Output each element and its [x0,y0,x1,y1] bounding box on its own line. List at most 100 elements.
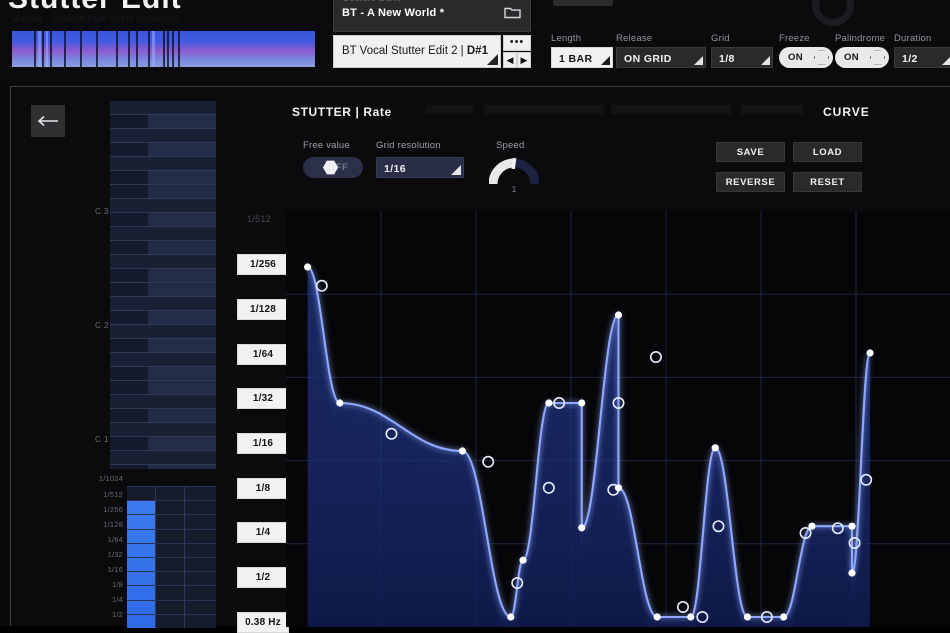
piano-key[interactable] [110,395,216,408]
param-duration[interactable]: Duration 1/2 [894,33,950,68]
app-logo-text: Stutter Edit [8,0,308,12]
speed-knob[interactable] [488,151,540,185]
app-logo-subtitle: iZotope · creative multi-effect instrume… [12,14,180,23]
param-palindrome[interactable]: Palindrome ON [835,33,891,68]
load-button[interactable]: LOAD [793,142,862,162]
piano-key[interactable] [148,465,216,469]
piano-key[interactable] [148,437,216,450]
rate-grid-hline [127,613,216,615]
piano-key[interactable] [110,325,216,338]
piano-keyboard[interactable] [110,101,216,469]
piano-key[interactable] [110,129,216,142]
preset-selector[interactable]: BT Vocal Stutter Edit 2 | D#1 [333,35,501,68]
param-freeze-label: Freeze [779,33,810,44]
rate-button-038hz[interactable]: 0.38 Hz [237,612,289,633]
piano-key[interactable] [148,381,216,394]
chevron-corner-icon [601,56,610,65]
param-length-value-box[interactable]: 1 BAR [551,47,613,68]
piano-key[interactable] [148,143,216,156]
piano-key[interactable] [110,353,216,366]
param-release[interactable]: Release ON GRID [616,33,706,68]
piano-key[interactable] [148,283,216,296]
param-palindrome-toggle[interactable]: ON [835,47,889,68]
rate-grid-hline [127,557,216,558]
param-duration-value-box[interactable]: 1/2 [894,47,950,68]
piano-key[interactable] [148,241,216,254]
rate-button-1-32[interactable]: 1/32 [237,388,289,409]
rate-button-1-64[interactable]: 1/64 [237,344,289,365]
piano-key[interactable] [110,451,216,464]
rate-grid-hline [127,486,216,487]
curve-editor[interactable] [286,211,950,627]
piano-key[interactable] [148,171,216,184]
piano-key[interactable] [148,409,216,422]
preset-next-button[interactable]: ▶ [517,52,531,68]
piano-key[interactable] [148,269,216,282]
piano-key[interactable] [110,157,216,170]
piano-key[interactable] [148,311,216,324]
param-freeze-toggle[interactable]: ON [779,47,833,68]
piano-key[interactable] [110,227,216,240]
rate-row-label: 1/32 [107,550,123,559]
rate-button-1-8[interactable]: 1/8 [237,478,289,499]
param-duration-label: Duration [894,33,932,44]
rate-grid-hline [127,514,216,516]
preset-prev-button[interactable]: ◀ [503,52,517,68]
folder-icon[interactable] [504,6,521,19]
spectrum-strip[interactable] [12,31,315,67]
rate-button-1-256[interactable]: 1/256 [237,254,289,275]
piano-key[interactable] [110,423,216,436]
rate-row-label: 1/4 [111,595,123,604]
piano-key[interactable] [148,115,216,128]
param-palindrome-label: Palindrome [835,33,886,44]
free-value-toggle[interactable]: OFF [303,157,363,178]
rate-grid[interactable] [127,486,216,628]
param-freeze[interactable]: Freeze ON [779,33,835,68]
back-arrow-icon [37,115,58,127]
back-button[interactable] [31,105,65,137]
rate-row-label: 1/64 [107,535,123,544]
rate-grid-panel: 1/1024 1/512 1/256 1/128 1/64 1/32 1/16 … [71,474,216,628]
rate-row-label: 1/256 [103,505,123,514]
rate-button-1-128[interactable]: 1/128 [237,299,289,320]
param-release-label: Release [616,33,653,44]
note-label-c2: C 2 [95,321,109,330]
header-ghost-4 [741,105,803,114]
piano-key[interactable] [110,297,216,310]
param-grid-value-box[interactable]: 1/8 [711,47,773,68]
rate-row-label: 1/2 [111,610,123,619]
preset-menu-button[interactable]: ••• [503,35,531,51]
gesture-bank-name: BT - A New World * [342,7,445,19]
reset-button[interactable]: RESET [793,172,862,192]
rate-grid-hline [127,528,216,530]
piano-key[interactable] [148,213,216,226]
param-release-value-box[interactable]: ON GRID [616,47,706,68]
rate-grid-hline [127,585,216,587]
grid-resolution-dropdown[interactable]: 1/16 [376,157,464,178]
grid-resolution-value: 1/16 [384,163,407,175]
rate-button-1-2[interactable]: 1/2 [237,567,289,588]
piano-key[interactable] [148,339,216,352]
hex-knob-icon [870,50,885,65]
rate-grid-active-column[interactable] [127,500,155,628]
param-duration-value: 1/2 [902,53,918,65]
rate-axis-top-label: 1/512 [247,214,272,224]
piano-key[interactable] [110,101,216,114]
piano-key[interactable] [110,255,216,268]
chevron-corner-icon [942,56,950,65]
free-value-toggle-wrap[interactable]: OFF [303,157,363,178]
preset-key: D#1 [466,45,488,57]
gesture-bank[interactable]: Gesture Bank BT - A New World * [333,0,531,32]
reverse-button[interactable]: REVERSE [716,172,785,192]
piano-key[interactable] [148,367,216,380]
rate-button-1-4[interactable]: 1/4 [237,522,289,543]
param-grid[interactable]: Grid 1/8 [711,33,773,68]
save-button[interactable]: SAVE [716,142,785,162]
app-logo: Stutter Edit [8,0,308,12]
midi-button[interactable]: MIDI [553,0,613,6]
piano-key[interactable] [148,185,216,198]
rate-button-1-16[interactable]: 1/16 [237,433,289,454]
piano-key[interactable] [110,199,216,212]
hex-knob-icon [814,50,829,65]
param-length[interactable]: Length 1 BAR [551,33,613,68]
